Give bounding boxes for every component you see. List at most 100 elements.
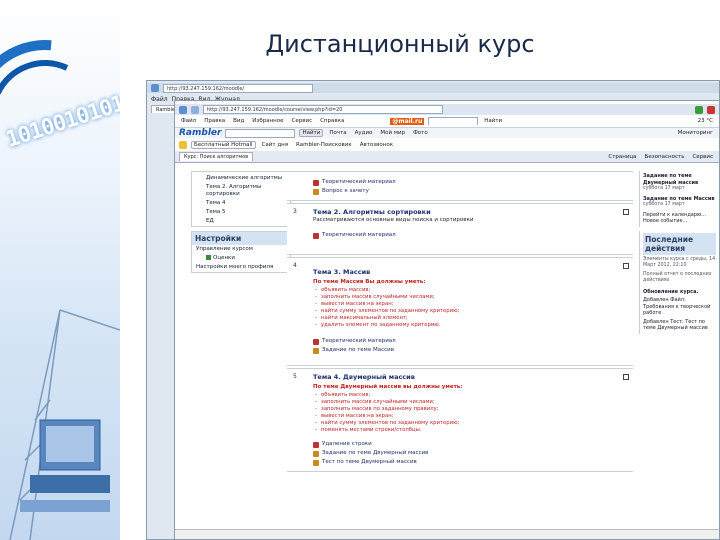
status-bar	[175, 529, 719, 539]
resource-link[interactable]: Тест по теме Двумерный массив	[313, 458, 625, 467]
requirement-item: найти максимальный элемент;	[313, 315, 625, 322]
links-item[interactable]: Бесплатный Hotmail	[191, 140, 256, 149]
event-title[interactable]: Задание по теме Двумерный массив	[643, 173, 716, 186]
navigation-block: Динамические алгоритмы Тема 2. Алгоритмы…	[191, 171, 291, 227]
resource-label: Теоретический материал	[322, 179, 396, 185]
topic-section: Теоретический материал Вопрос к зачету	[287, 171, 633, 201]
topic-section: 3 Тема 2. Алгоритмы сортировки Рассматри…	[287, 203, 633, 255]
back-address-field[interactable]: http://93.247.159.162/moodle/	[163, 83, 313, 93]
topic-number: 5	[293, 373, 297, 380]
menu-file[interactable]: Файл	[179, 118, 198, 124]
menu-tools[interactable]: Сервис	[290, 118, 315, 124]
requirement-item: поменять местами строки/столбцы.	[313, 427, 625, 434]
resource-link[interactable]: Задание по теме Массив	[313, 346, 625, 355]
requirement-item: вывести массив на экран;	[313, 413, 625, 420]
rambler-search-input[interactable]	[225, 128, 296, 138]
topic-checkbox[interactable]	[623, 374, 629, 380]
rambler-toolbar: Rambler Найти Почта Аудио Мой мир Фото М…	[175, 127, 719, 138]
tab-bar: Курс: Поиск алгоритмов Страница Безопасн…	[175, 151, 719, 163]
file-icon	[313, 232, 319, 239]
back-button-icon[interactable]	[179, 105, 187, 114]
tool-page[interactable]: Страница	[606, 154, 638, 160]
file-icon	[313, 441, 319, 448]
topic-section: 4 Тема 3. Массив По теме Массив Вы должн…	[287, 257, 633, 366]
requirement-item: объявить массив;	[313, 392, 625, 399]
nav-tree-item[interactable]: Тема 2. Алгоритмы сортировки	[192, 183, 290, 199]
resource-link[interactable]: Теоретический материал	[313, 178, 625, 187]
toolbar-mymir[interactable]: Мой мир	[378, 130, 407, 136]
file-icon	[313, 179, 319, 186]
left-column: Динамические алгоритмы Тема 2. Алгоритмы…	[191, 171, 291, 277]
topic-checkbox[interactable]	[623, 209, 629, 215]
forward-button-icon[interactable]	[191, 105, 199, 114]
toolbar-monitor[interactable]: Мониторинг	[676, 130, 715, 136]
requirement-item: найти сумму элементов по заданному крите…	[313, 308, 625, 315]
refresh-icon[interactable]	[695, 105, 703, 114]
rambler-search-button[interactable]: Найти	[299, 129, 324, 137]
updates-title: Обновление курса.	[643, 288, 699, 295]
resource-link[interactable]: Теоретический материал	[313, 231, 625, 240]
menu-help[interactable]: Справка	[318, 118, 346, 124]
menu-edit[interactable]: Правка	[202, 118, 227, 124]
settings-item-grades-label: Оценки	[213, 255, 235, 261]
mail-search-button[interactable]: Найти	[482, 118, 504, 124]
resource-label: Задание по теме Двумерный массив	[322, 450, 429, 456]
tool-service[interactable]: Сервис	[690, 154, 715, 160]
topic-checkbox[interactable]	[623, 263, 629, 269]
decorative-band: 10100101010	[0, 0, 120, 540]
tool-security[interactable]: Безопасность	[643, 154, 687, 160]
back-arrow-icon[interactable]	[151, 84, 159, 92]
links-item[interactable]: Автозвонок	[358, 142, 395, 148]
links-item[interactable]: Сайт дня	[260, 142, 290, 148]
topic-title: Тема 2. Алгоритмы сортировки	[313, 208, 431, 216]
nav-tree-item[interactable]: ЕД	[192, 217, 290, 226]
topic-title: Тема 4. Двумерный массив	[313, 373, 415, 381]
resource-link[interactable]: Удаление строки	[313, 440, 625, 449]
topic-requirements: По теме Двумерный массив вы должны уметь…	[313, 384, 463, 390]
resource-link[interactable]: Задание по теме Двумерный массив	[313, 449, 625, 458]
recent-activity-title: Последние действия	[643, 232, 716, 255]
resource-link[interactable]: Вопрос к зачету	[313, 187, 625, 196]
mail-search-input[interactable]	[428, 117, 479, 125]
nav-tree-item[interactable]: Тема 5	[192, 208, 290, 217]
event-date: суббота 17 март	[643, 186, 685, 191]
links-item[interactable]: Rambler-Поисковик	[294, 142, 354, 148]
settings-item-profile[interactable]: Настройки моего профиля	[192, 263, 290, 272]
resource-label: Тест по теме Двумерный массив	[322, 459, 417, 465]
requirement-item: заполнить массив по заданному правилу;	[313, 406, 625, 413]
menu-favorites[interactable]: Избранное	[250, 118, 285, 124]
event-date: суббота 17 март	[643, 202, 685, 207]
nav-tree-item[interactable]: Тема 4	[192, 199, 290, 208]
back-menu-item[interactable]: Файл	[151, 96, 168, 103]
file-icon	[313, 338, 319, 345]
favorites-star-icon[interactable]	[179, 140, 187, 149]
menu-bar: Файл Правка Вид Избранное Сервис Справка…	[175, 117, 719, 125]
settings-item-manage[interactable]: Управление курсом	[192, 245, 290, 254]
settings-item-grades[interactable]: Оценки	[192, 254, 290, 263]
settings-block: Настройки Управление курсом Оценки Настр…	[191, 231, 291, 273]
address-field[interactable]: http://93.247.159.162/moodle/course/view…	[203, 105, 443, 114]
requirement-item: вывести массив на экран;	[313, 301, 625, 308]
stop-icon[interactable]	[707, 105, 715, 114]
assignment-icon	[313, 347, 319, 354]
topic-number: 4	[293, 262, 297, 269]
toolbar-mail[interactable]: Почта	[327, 130, 348, 136]
toolbar-photo[interactable]: Фото	[411, 130, 430, 136]
recent-since: Элементы курса с среды, 14 Март 2012, 22…	[643, 256, 716, 269]
mail-ru-logo[interactable]: @mail.ru	[390, 117, 425, 125]
new-event-link[interactable]: Новое событие...	[643, 218, 716, 225]
nav-tree-item[interactable]: Динамические алгоритмы	[192, 174, 290, 183]
update-item[interactable]: Добавлен Тест: Тест по теме Двумерный ма…	[643, 319, 716, 332]
upcoming-events-block: Задание по теме Двумерный массив суббота…	[639, 171, 719, 227]
rambler-logo[interactable]: Rambler	[179, 128, 221, 138]
recent-activity-block: Последние действия Элементы курса с сред…	[639, 230, 719, 334]
tab-course[interactable]: Курс: Поиск алгоритмов	[179, 152, 254, 161]
update-item[interactable]: Добавлен Файл: Требования к творческой р…	[643, 297, 716, 317]
menu-view[interactable]: Вид	[231, 118, 246, 124]
toolbar-audio[interactable]: Аудио	[353, 130, 375, 136]
links-bar: Бесплатный Hotmail Сайт дня Rambler-Поис…	[175, 140, 719, 149]
resource-link[interactable]: Теоретический материал	[313, 337, 625, 346]
quiz-icon	[313, 188, 319, 195]
full-report-link[interactable]: Полный отчет о последних действиях	[643, 272, 716, 285]
crane-illustration	[9, 309, 120, 540]
